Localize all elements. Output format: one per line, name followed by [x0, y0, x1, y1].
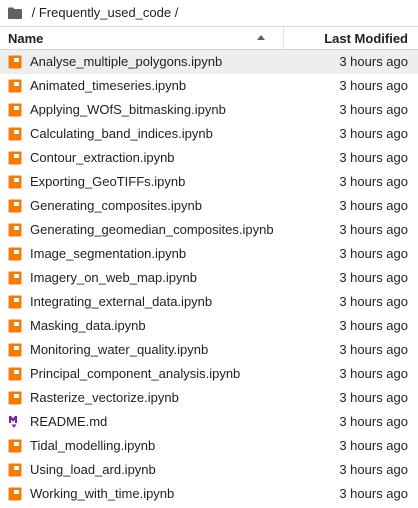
notebook-icon: [8, 343, 22, 357]
file-modified: 3 hours ago: [339, 366, 408, 381]
file-name: Integrating_external_data.ipynb: [30, 294, 213, 309]
file-row[interactable]: Rasterize_vectorize.ipynb 3 hours ago: [0, 386, 418, 410]
notebook-icon: [8, 391, 22, 405]
file-modified: 3 hours ago: [339, 462, 408, 477]
file-row[interactable]: Monitoring_water_quality.ipynb 3 hours ag…: [0, 338, 418, 362]
name-column-label: Name: [8, 30, 44, 46]
file-name: Imagery_on_web_map.ipynb: [30, 270, 197, 285]
notebook-icon: [8, 271, 22, 285]
file-name: Generating_composites.ipynb: [30, 198, 202, 213]
file-row[interactable]: Applying_WOfS_bitmasking.ipynb 3 hours ag…: [0, 98, 418, 122]
file-modified: 3 hours ago: [339, 486, 408, 501]
notebook-icon: [8, 463, 22, 477]
file-modified: 3 hours ago: [339, 102, 408, 117]
last-modified-column-header[interactable]: Last Modified: [284, 27, 418, 49]
file-modified: 3 hours ago: [339, 294, 408, 309]
file-name: Rasterize_vectorize.ipynb: [30, 390, 179, 405]
file-list-header: Name Last Modified: [0, 26, 418, 50]
file-row[interactable]: Working_with_time.ipynb 3 hours ago: [0, 482, 418, 506]
file-name: Animated_timeseries.ipynb: [30, 78, 187, 93]
notebook-icon: [8, 439, 22, 453]
file-name: Exporting_GeoTIFFs.ipynb: [30, 174, 186, 189]
file-modified: 3 hours ago: [339, 270, 408, 285]
file-name: Principal_component_analysis.ipynb: [30, 366, 241, 381]
notebook-icon: [8, 103, 22, 117]
file-modified: 3 hours ago: [339, 150, 408, 165]
last-modified-column-label: Last Modified: [324, 30, 408, 46]
file-row[interactable]: Using_load_ard.ipynb 3 hours ago: [0, 458, 418, 482]
file-modified: 3 hours ago: [339, 54, 408, 69]
file-row[interactable]: Contour_extraction.ipynb 3 hours ago: [0, 146, 418, 170]
file-name: Working_with_time.ipynb: [30, 486, 175, 501]
notebook-icon: [8, 175, 22, 189]
file-row[interactable]: Masking_data.ipynb 3 hours ago: [0, 314, 418, 338]
file-modified: 3 hours ago: [339, 198, 408, 213]
file-name: Generating_geomedian_composites.ipynb: [30, 222, 274, 237]
file-name: Image_segmentation.ipynb: [30, 246, 187, 261]
file-row[interactable]: Exporting_GeoTIFFs.ipynb 3 hours ago: [0, 170, 418, 194]
notebook-icon: [8, 295, 22, 309]
notebook-icon: [8, 127, 22, 141]
notebook-icon: [8, 367, 22, 381]
markdown-icon: [9, 416, 17, 428]
file-row[interactable]: README.md 3 hours ago: [0, 410, 418, 434]
file-modified: 3 hours ago: [339, 78, 408, 93]
notebook-icon: [8, 151, 22, 165]
file-name: Monitoring_water_quality.ipynb: [30, 342, 209, 357]
folder-icon[interactable]: [8, 7, 22, 19]
notebook-icon: [8, 199, 22, 213]
file-row[interactable]: Animated_timeseries.ipynb 3 hours ago: [0, 74, 418, 98]
file-row[interactable]: Calculating_band_indices.ipynb 3 hours ag…: [0, 122, 418, 146]
caret-up-icon: [257, 35, 265, 40]
file-name: Calculating_band_indices.ipynb: [30, 126, 213, 141]
file-list: Analyse_multiple_polygons.ipynb 3 hours a…: [0, 50, 418, 506]
file-name: Using_load_ard.ipynb: [30, 462, 156, 477]
file-modified: 3 hours ago: [339, 414, 408, 429]
notebook-icon: [8, 319, 22, 333]
file-name: Masking_data.ipynb: [30, 318, 146, 333]
file-row[interactable]: Imagery_on_web_map.ipynb 3 hours ago: [0, 266, 418, 290]
file-row[interactable]: Tidal_modelling.ipynb 3 hours ago: [0, 434, 418, 458]
file-modified: 3 hours ago: [339, 342, 408, 357]
file-row[interactable]: Generating_composites.ipynb 3 hours ago: [0, 194, 418, 218]
file-modified: 3 hours ago: [339, 174, 408, 189]
notebook-icon: [8, 55, 22, 69]
file-name: Analyse_multiple_polygons.ipynb: [30, 54, 223, 69]
file-row[interactable]: Analyse_multiple_polygons.ipynb 3 hours a…: [0, 50, 418, 74]
file-row[interactable]: Generating_geomedian_composites.ipynb 3 h…: [0, 218, 418, 242]
file-name: Tidal_modelling.ipynb: [30, 438, 156, 453]
file-modified: 3 hours ago: [339, 246, 408, 261]
file-name: README.md: [30, 414, 108, 429]
file-modified: 3 hours ago: [339, 318, 408, 333]
file-name: Contour_extraction.ipynb: [30, 150, 175, 165]
file-name: Applying_WOfS_bitmasking.ipynb: [30, 102, 226, 117]
file-row[interactable]: Image_segmentation.ipynb 3 hours ago: [0, 242, 418, 266]
notebook-icon: [8, 487, 22, 501]
file-row[interactable]: Integrating_external_data.ipynb 3 hours a…: [0, 290, 418, 314]
file-modified: 3 hours ago: [339, 126, 408, 141]
file-modified: 3 hours ago: [339, 222, 408, 237]
file-modified: 3 hours ago: [339, 390, 408, 405]
file-modified: 3 hours ago: [339, 438, 408, 453]
name-column-header[interactable]: Name: [0, 27, 284, 49]
notebook-icon: [8, 223, 22, 237]
notebook-icon: [8, 247, 22, 261]
notebook-icon: [8, 79, 22, 93]
file-row[interactable]: Principal_component_analysis.ipynb 3 hour…: [0, 362, 418, 386]
breadcrumb: / Frequently_used_code /: [0, 0, 418, 25]
breadcrumb-path[interactable]: / Frequently_used_code /: [28, 5, 182, 20]
